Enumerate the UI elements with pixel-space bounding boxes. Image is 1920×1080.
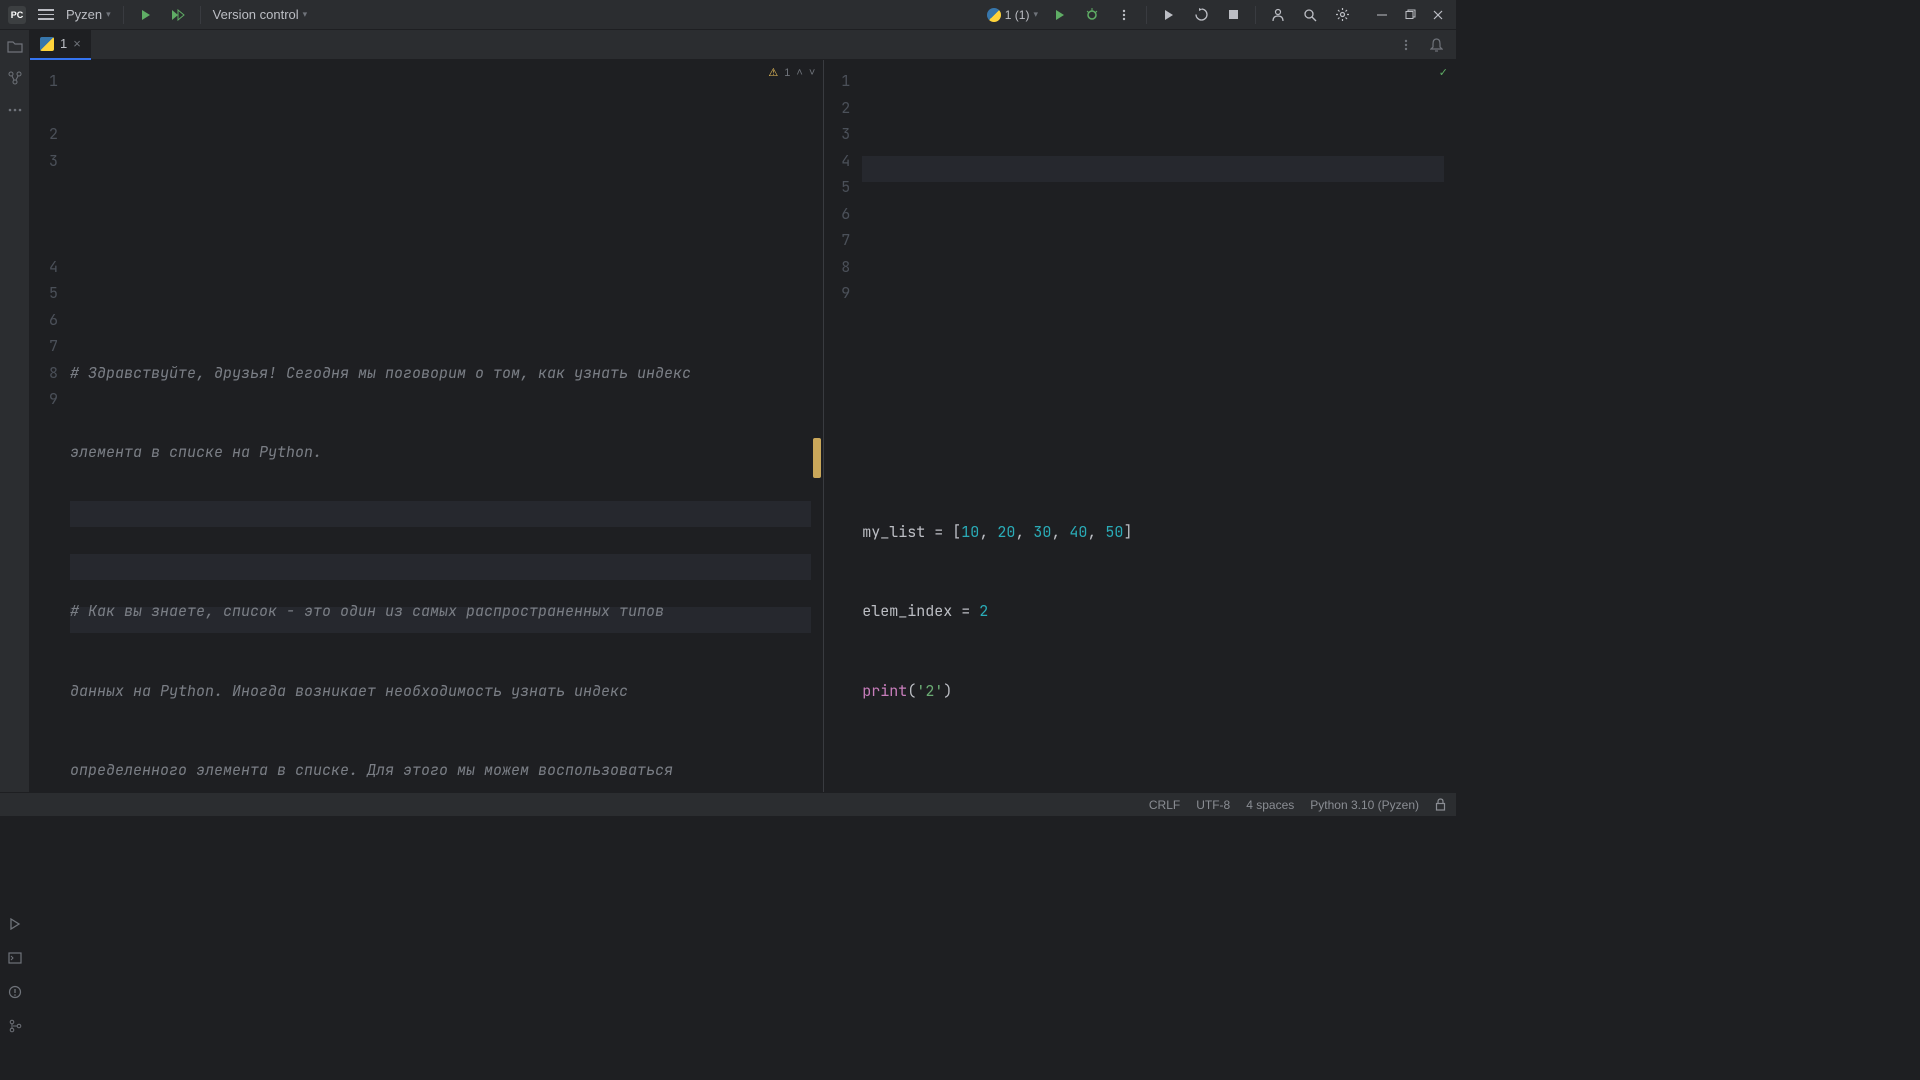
python-icon [987, 8, 1001, 22]
version-control-label: Version control [213, 7, 299, 22]
run-button[interactable] [136, 5, 156, 25]
project-selector[interactable]: Pyzen ▾ [66, 7, 111, 22]
code-editor-left[interactable]: 123456789 # Здравствуйте, друзья! Сегодн… [30, 60, 823, 792]
minimize-window-button[interactable] [1372, 5, 1392, 25]
interpreter-selector[interactable]: Python 3.10 (Pyzen) [1310, 798, 1419, 812]
left-tool-strip-bottom [0, 914, 30, 1042]
inspection-widget-left[interactable]: ⚠ 1 ˄ ˅ [768, 66, 815, 79]
code-text: определенного элемента в списке. Для это… [70, 760, 673, 780]
separator [1255, 6, 1256, 24]
editor-container: 1 × ⚠ 1 ˄ ˅ [30, 30, 1456, 792]
code-text: # Как вы знаете, список - это один из са… [70, 601, 664, 621]
app-icon: PC [8, 6, 26, 24]
python-file-icon [40, 37, 54, 51]
rerun-button[interactable] [1191, 5, 1211, 25]
titlebar: PC Pyzen ▾ Version control ▾ 1 (1) ▾ [0, 0, 1456, 30]
editor-pane-left: ⚠ 1 ˄ ˅ 123456789 # Здравствуйте, друзья… [30, 60, 824, 792]
main-area: 1 × ⚠ 1 ˄ ˅ [0, 30, 1456, 792]
editor-pane-right: ✓ 123456789 my_list = [10, 20, 30, 40, 5… [824, 60, 1456, 792]
code-text: elem_index = 2 [862, 601, 988, 621]
code-text: print('2') [862, 681, 952, 701]
python-process-indicator[interactable]: 1 (1) ▾ [987, 8, 1038, 22]
warning-count: 1 [784, 67, 790, 79]
scrollbar-marker[interactable] [813, 438, 821, 478]
chevron-down-icon[interactable]: ˅ [809, 67, 815, 79]
chevron-down-icon: ▾ [303, 9, 308, 20]
code-content-left[interactable]: # Здравствуйте, друзья! Сегодня мы погов… [70, 60, 823, 792]
code-with-me-button[interactable] [1268, 5, 1288, 25]
statusbar: CRLF UTF-8 4 spaces Python 3.10 (Pyzen) [0, 792, 1456, 816]
version-control-menu[interactable]: Version control ▾ [213, 7, 308, 22]
warning-icon: ⚠ [768, 66, 778, 79]
notifications-button[interactable] [1426, 35, 1446, 55]
inspection-widget-right[interactable]: ✓ [1439, 66, 1448, 79]
project-tool-button[interactable] [5, 36, 25, 56]
tab-label: 1 [60, 36, 67, 51]
structure-tool-button[interactable] [5, 68, 25, 88]
vcs-tool-button[interactable] [5, 1016, 25, 1036]
chevron-up-icon[interactable]: ˄ [796, 67, 802, 79]
gutter-left: 123456789 [30, 60, 70, 792]
readonly-lock-icon[interactable] [1435, 798, 1446, 811]
project-name-label: Pyzen [66, 7, 102, 22]
code-editor-right[interactable]: 123456789 my_list = [10, 20, 30, 40, 50]… [824, 60, 1456, 792]
file-tab[interactable]: 1 × [30, 30, 91, 60]
play-button[interactable] [1159, 5, 1179, 25]
code-text: данных на Python. Иногда возникает необх… [70, 681, 628, 701]
more-actions-button[interactable] [1114, 5, 1134, 25]
debug-button[interactable] [1082, 5, 1102, 25]
more-tools-button[interactable] [5, 100, 25, 120]
settings-button[interactable] [1332, 5, 1352, 25]
chevron-down-icon: ▾ [106, 9, 111, 20]
python-badge-label: 1 (1) [1005, 8, 1030, 22]
editor-split: ⚠ 1 ˄ ˅ 123456789 # Здравствуйте, друзья… [30, 60, 1456, 792]
code-text: my_list = [10, 20, 30, 40, 50] [862, 522, 1132, 542]
editor-tabs: 1 × [30, 30, 1456, 60]
run-with-button[interactable] [168, 5, 188, 25]
run-toolbar-button[interactable] [1050, 5, 1070, 25]
encoding-selector[interactable]: UTF-8 [1196, 798, 1230, 812]
main-menu-button[interactable] [38, 9, 54, 20]
run-tool-window-button[interactable] [5, 914, 25, 934]
chevron-down-icon: ▾ [1033, 9, 1038, 20]
close-window-button[interactable] [1428, 5, 1448, 25]
maximize-window-button[interactable] [1400, 5, 1420, 25]
check-icon: ✓ [1439, 66, 1448, 79]
code-text: элемента в списке на Python. [70, 442, 322, 462]
tab-options-button[interactable] [1396, 35, 1416, 55]
separator [200, 6, 201, 24]
search-button[interactable] [1300, 5, 1320, 25]
indent-selector[interactable]: 4 spaces [1246, 798, 1294, 812]
code-text: # Здравствуйте, друзья! Сегодня мы погов… [70, 363, 691, 383]
problems-tool-button[interactable] [5, 982, 25, 1002]
separator [123, 6, 124, 24]
separator [1146, 6, 1147, 24]
close-tab-button[interactable]: × [73, 36, 81, 51]
terminal-tool-button[interactable] [5, 948, 25, 968]
line-ending-selector[interactable]: CRLF [1149, 798, 1180, 812]
gutter-right: 123456789 [824, 60, 862, 792]
code-content-right[interactable]: my_list = [10, 20, 30, 40, 50] elem_inde… [862, 60, 1456, 792]
stop-button[interactable] [1223, 5, 1243, 25]
left-tool-strip [0, 30, 30, 792]
